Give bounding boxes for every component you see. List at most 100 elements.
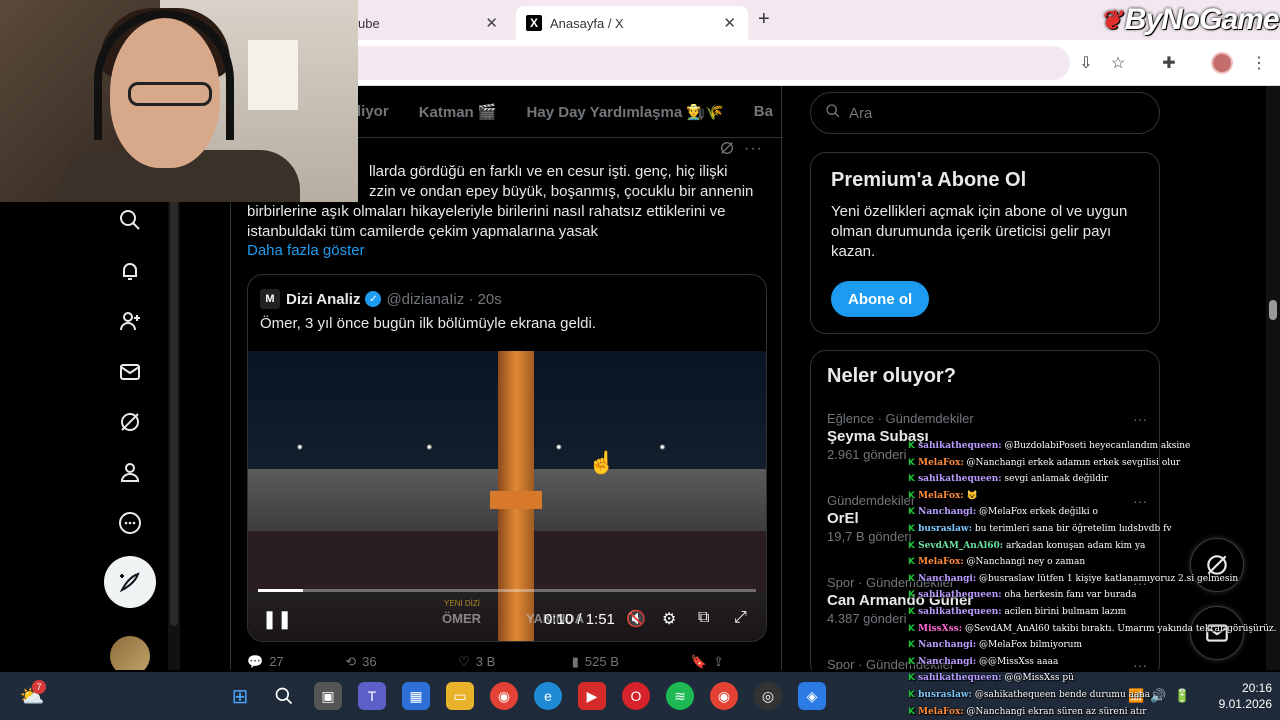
grok-icon[interactable]	[719, 140, 735, 161]
chat-username: busraslaw:	[918, 689, 972, 700]
store-icon[interactable]: ▦	[402, 682, 430, 710]
kick-badge-icon: K	[908, 457, 919, 468]
tab-hay-day[interactable]: Hay Day Yardımlaşma 👨‍🌾🌾	[527, 103, 724, 121]
like-icon[interactable]: ♡	[458, 654, 470, 670]
install-app-icon[interactable]: ⇩	[1075, 52, 1097, 74]
spotify-icon[interactable]: ≋	[666, 682, 694, 710]
kick-badge-icon: K	[908, 590, 919, 601]
fullscreen-icon[interactable]: ⤢	[734, 609, 747, 627]
browser-menu-icon[interactable]: ⋮	[1248, 52, 1270, 74]
messages-mail-icon[interactable]	[116, 358, 144, 386]
chat-message: @Nanchangi erkek adamın erkek sevgilisi …	[966, 457, 1181, 468]
kick-badge-icon: K	[908, 573, 919, 584]
profile-avatar[interactable]	[1211, 52, 1233, 74]
video-progress-bar[interactable]	[258, 589, 756, 592]
profile-person-icon[interactable]	[116, 458, 144, 486]
close-tab-icon[interactable]: ✕	[723, 14, 736, 32]
views-icon[interactable]: ▮	[572, 654, 579, 670]
minaret-balcony	[490, 491, 542, 509]
chat-message: @@MissXss aaaa	[979, 656, 1059, 667]
tab-x-home[interactable]: X Anasayfa / X ✕	[516, 6, 748, 40]
opera-icon[interactable]: O	[622, 682, 650, 710]
search-input[interactable]: Ara	[810, 92, 1160, 134]
chat-line: K MelaFox: @Nanchangi ekran süren az sür…	[908, 704, 1280, 720]
tab-ba[interactable]: Ba	[754, 103, 773, 120]
tab-katman[interactable]: Katman 🎬	[419, 103, 497, 121]
edge-icon[interactable]: e	[534, 682, 562, 710]
reply-icon[interactable]: 💬	[247, 654, 263, 670]
chat-message: oha herkesin fanı var burada	[1004, 590, 1137, 601]
follow-person-icon[interactable]	[116, 307, 144, 335]
quote-avatar[interactable]: M	[260, 289, 280, 309]
weather-badge: 7	[32, 680, 46, 694]
premium-title: Premium'a Abone Ol	[831, 169, 1027, 191]
more-options-icon[interactable]	[116, 509, 144, 537]
search-placeholder: Ara	[849, 104, 873, 122]
premium-body: Yeni özellikleri açmak için abone ol ve …	[831, 203, 1128, 260]
chat-username: sahikathequeen:	[918, 590, 1002, 601]
video-watermark: ÖMER	[442, 611, 481, 626]
kick-badge-icon: K	[908, 673, 919, 684]
mute-icon[interactable]: 🔇	[626, 609, 646, 629]
kick-badge-icon: K	[908, 623, 919, 634]
video-watermark-top: YENİ DİZİ	[444, 599, 481, 608]
search-icon[interactable]	[270, 682, 298, 710]
grok-icon[interactable]	[116, 408, 144, 436]
search-icon[interactable]	[116, 206, 144, 234]
windows-start-icon[interactable]: ⊞	[226, 682, 254, 710]
chat-username: Nanchangi:	[918, 640, 977, 651]
new-tab-button[interactable]: +	[758, 8, 770, 31]
tweet-text-line: birbirlerine aşık olmaları hikayeleriyle…	[247, 203, 726, 220]
chrome-icon[interactable]: ◉	[490, 682, 518, 710]
picture-in-picture-icon[interactable]: ⧉	[698, 609, 709, 627]
teams-icon[interactable]: T	[358, 682, 386, 710]
bookmark-icon[interactable]: 🔖	[691, 654, 707, 670]
chat-line: K busraslaw: bu terimleri sana bir öğret…	[908, 521, 1280, 538]
reply-count: 27	[269, 654, 284, 669]
chat-message: @@MissXss pü	[1004, 673, 1074, 684]
show-more-link[interactable]: Daha fazla göster	[247, 242, 365, 259]
extensions-icon[interactable]: ✚	[1158, 52, 1180, 74]
repost-icon[interactable]: ⟲	[345, 654, 356, 670]
obs-icon[interactable]: ◎	[754, 682, 782, 710]
chat-username: sahikathequeen:	[918, 606, 1002, 617]
chrome-profile-icon[interactable]: ◉	[710, 682, 738, 710]
chat-line: K sahikathequeen: sevgi anlamak değildir	[908, 471, 1280, 488]
settings-gear-icon[interactable]: ⚙	[662, 609, 676, 629]
account-avatar[interactable]	[110, 636, 150, 670]
chat-username: MelaFox:	[918, 457, 964, 468]
video-player[interactable]: ❚❚ YENİ DİZİ ÖMER YAKINDA 0:10 / 1:51 🔇 …	[248, 351, 766, 641]
chat-message: bu terimleri sana bir öğretelim lııdsbvd…	[974, 523, 1172, 534]
compose-post-button[interactable]	[104, 556, 156, 608]
pause-icon[interactable]: ❚❚	[262, 609, 292, 630]
chat-username: sahikathequeen:	[918, 673, 1002, 684]
trends-title: Neler oluyor?	[827, 365, 956, 387]
file-explorer-icon[interactable]: ▭	[446, 682, 474, 710]
share-icon[interactable]: ⇪	[713, 654, 724, 670]
chat-message: @MelaFox bilmiyorum	[979, 640, 1082, 651]
notifications-bell-icon[interactable]	[116, 257, 144, 285]
chat-message: 😺	[966, 490, 978, 501]
chat-line: K Nanchangi: @MelaFox erkek değilki o	[908, 504, 1280, 521]
bookmark-star-icon[interactable]: ☆	[1107, 52, 1129, 74]
task-view-icon[interactable]: ▣	[314, 682, 342, 710]
tweet-more-icon[interactable]: ···	[744, 140, 763, 158]
close-tab-icon[interactable]: ✕	[485, 14, 498, 32]
chat-line: K sahikathequeen: @BuzdolabiPoseti heyec…	[908, 438, 1280, 455]
video-controls: ❚❚ YENİ DİZİ ÖMER YAKINDA 0:10 / 1:51 🔇 …	[248, 599, 766, 639]
trend-more-icon[interactable]: ···	[1133, 411, 1147, 427]
chat-username: Nanchangi:	[918, 507, 977, 518]
brand-text: ByNoGame	[1124, 3, 1280, 36]
chat-message: @BuzdolabiPoseti heyecanlandım aksine	[1004, 441, 1191, 451]
quoted-tweet[interactable]: M Dizi Analiz ✓ @dizianaIiz · 20s Ömer, …	[247, 274, 767, 642]
app-icon[interactable]: ◈	[798, 682, 826, 710]
tab-liyor[interactable]: liyor	[357, 103, 389, 120]
chat-message: arkadan konuşan adam kim ya	[1005, 540, 1146, 551]
kick-badge-icon: K	[908, 507, 919, 518]
tab-label: Anasayfa / X	[550, 15, 624, 31]
media-player-icon[interactable]: ▶	[578, 682, 606, 710]
address-bar[interactable]	[340, 46, 1070, 80]
scrollbar-thumb[interactable]	[1269, 300, 1277, 320]
subscribe-button[interactable]: Abone ol	[831, 281, 930, 317]
quote-author-name[interactable]: Dizi Analiz	[286, 291, 360, 308]
